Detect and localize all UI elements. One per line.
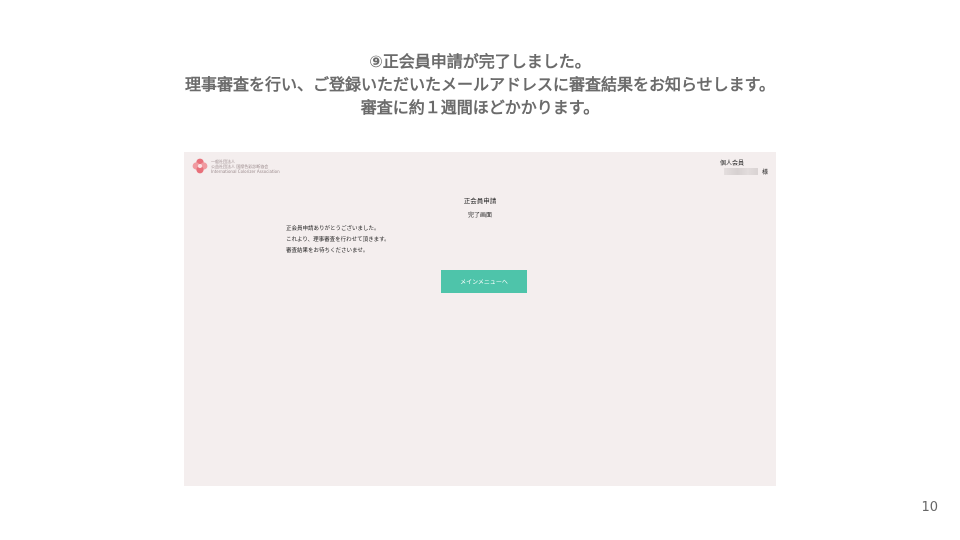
slide-heading: ⑨正会員申請が完了しました。 理事審査を行い、ご登録いただいたメールアドレスに審… [0,50,960,119]
heading-line-2: 理事審査を行い、ご登録いただいたメールアドレスに審査結果をお知らせします。 [184,75,776,94]
main-menu-button[interactable]: メインメニューへ [441,270,527,293]
message-line-1: 正会員申請ありがとうございました。 [286,226,380,232]
heading-line-3: 審査に約１週間ほどかかります。 [360,98,600,117]
message-line-3: 審査結果をお待ちくださいませ。 [286,248,369,254]
heading-line-1: ⑨正会員申請が完了しました。 [369,52,591,71]
screenshot-panel: 一般社団法人 公益社団法人 国際色彩診断協会 International Col… [184,152,776,486]
redacted-name [723,168,758,175]
completion-message: 正会員申請ありがとうございました。 これより、理事審査を行わせて頂きます。 審査… [286,224,390,257]
flower-logo-icon[interactable] [192,158,208,174]
logo-text-line-3: International Colorizer Association [211,169,280,174]
name-suffix: 様 [761,169,768,176]
slide: ⑨正会員申請が完了しました。 理事審査を行い、ご登録いただいたメールアドレスに審… [0,0,960,540]
member-type-label: 個人会員 [719,160,744,167]
message-line-2: これより、理事審査を行わせて頂きます。 [286,237,390,243]
page-number: 10 [921,500,938,515]
form-title: 正会員申請 [463,197,497,205]
member-name: 様 [723,167,768,176]
logo-text: 一般社団法人 公益社団法人 国際色彩診断協会 International Col… [211,159,280,174]
form-subtitle: 完了画面 [467,212,492,219]
